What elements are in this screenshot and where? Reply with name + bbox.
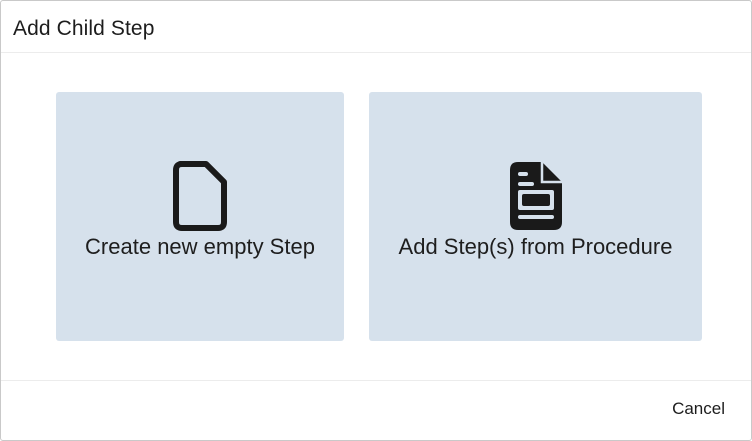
- dialog-title: Add Child Step: [13, 17, 155, 40]
- create-empty-step-label: Create new empty Step: [85, 234, 315, 259]
- cancel-button[interactable]: Cancel: [672, 398, 725, 420]
- add-child-step-dialog: Add Child Step Create new empty Step Add…: [0, 0, 752, 441]
- dialog-header: Add Child Step: [1, 1, 751, 53]
- dialog-footer: Cancel: [1, 380, 751, 440]
- empty-document-icon: [173, 161, 227, 231]
- add-steps-from-procedure-label: Add Step(s) from Procedure: [398, 234, 673, 259]
- create-empty-step-option[interactable]: Create new empty Step: [56, 92, 344, 341]
- add-steps-from-procedure-option[interactable]: Add Step(s) from Procedure: [369, 92, 702, 341]
- procedure-document-icon: [509, 162, 562, 230]
- dialog-body: Create new empty Step Add Step(s) from P…: [1, 53, 751, 380]
